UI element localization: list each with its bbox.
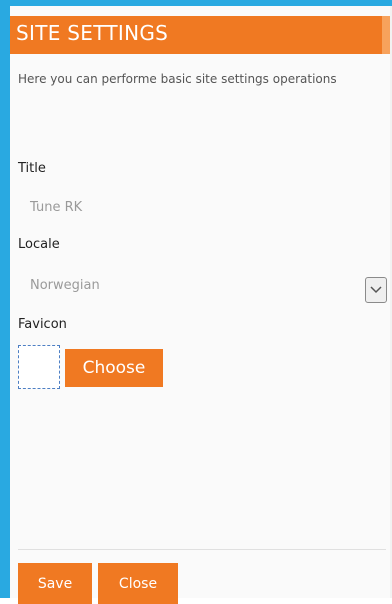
- locale-select-button[interactable]: [365, 277, 387, 303]
- chevron-down-icon: [370, 286, 382, 294]
- settings-panel: SITE SETTINGS Here you can performe basi…: [10, 6, 390, 604]
- footer-divider: [18, 549, 386, 550]
- favicon-label: Favicon: [18, 317, 67, 332]
- locale-label: Locale: [18, 237, 60, 252]
- choose-favicon-button[interactable]: Choose: [65, 349, 163, 387]
- page-title: SITE SETTINGS: [16, 21, 169, 45]
- header-edge: [382, 16, 390, 54]
- window-left-border: [0, 0, 10, 598]
- panel-header: SITE SETTINGS: [10, 16, 390, 54]
- page-description: Here you can performe basic site setting…: [18, 72, 337, 86]
- title-field[interactable]: Tune RK: [30, 200, 82, 215]
- title-label: Title: [18, 161, 46, 176]
- locale-select[interactable]: Norwegian: [30, 278, 100, 293]
- settings-window: SITE SETTINGS Here you can performe basi…: [0, 0, 392, 604]
- favicon-preview: [18, 345, 60, 389]
